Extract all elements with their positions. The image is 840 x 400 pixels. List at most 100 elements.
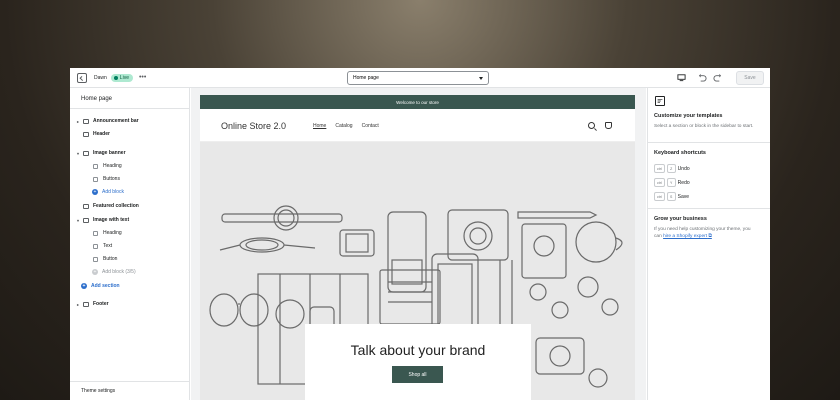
collapse-toggle-icon[interactable]: ▾ [75, 218, 81, 223]
section-icon [83, 118, 89, 124]
sidebar-title: Home page [81, 96, 113, 102]
grow-text: If you need help customizing your theme,… [654, 226, 754, 240]
announcement-bar[interactable]: Welcome to our store [200, 95, 635, 109]
live-badge-label: Live [119, 74, 129, 81]
search-icon[interactable] [588, 122, 595, 129]
redo-icon[interactable] [713, 73, 722, 82]
sidebar: Home page ▸ Announcement bar Header ▾ Im… [70, 88, 190, 400]
block-item-label: Heading [103, 230, 122, 236]
exit-icon[interactable] [77, 72, 87, 83]
store-nav: Home Catalog Contact [313, 123, 379, 129]
kbd-ctrl: ctrl [654, 178, 665, 187]
undo-icon[interactable] [698, 73, 707, 82]
nav-link-catalog[interactable]: Catalog [335, 123, 352, 129]
divider [70, 381, 190, 382]
kbd-key: Z [666, 164, 676, 173]
image-banner[interactable]: Talk about your brand Shop all [200, 142, 635, 400]
sidebar-item-label: Header [93, 131, 110, 137]
button-block-icon [93, 176, 98, 182]
store-logo-text[interactable]: Online Store 2.0 [221, 121, 286, 131]
sidebar-item-image-with-text[interactable]: ▾ Image with text [70, 214, 190, 226]
sidebar-item-image-banner[interactable]: ▾ Image banner [70, 147, 190, 159]
banner-heading: Talk about your brand [350, 342, 486, 358]
block-item-button[interactable]: Button [70, 253, 190, 265]
page-select-value: Home page [353, 75, 379, 81]
section-icon [83, 131, 89, 137]
templates-icon [655, 96, 665, 106]
shortcut-redo: ctrl Y Redo [654, 178, 690, 187]
kbd-ctrl: ctrl [654, 192, 665, 201]
save-button[interactable]: Save [736, 71, 764, 85]
divider [648, 208, 770, 209]
shortcut-label: Redo [677, 179, 690, 186]
section-icon [83, 301, 89, 307]
sidebar-item-announcement-bar[interactable]: ▸ Announcement bar [70, 115, 190, 127]
kbd-key: S [666, 192, 676, 201]
sidebar-item-label: Footer [93, 301, 109, 307]
button-block-icon [93, 256, 98, 262]
live-dot-icon [113, 75, 118, 80]
block-item-buttons[interactable]: Buttons [70, 173, 190, 185]
add-block-label: Add block (3/5) [102, 269, 136, 275]
page-select[interactable]: Home page [347, 71, 489, 85]
section-icon [83, 203, 89, 209]
add-block-button-disabled: + Add block (3/5) [70, 266, 190, 278]
add-section-button[interactable]: + Add section [70, 280, 190, 292]
nav-link-contact[interactable]: Contact [362, 123, 379, 129]
sidebar-item-label: Image banner [93, 150, 126, 156]
sidebar-item-label: Featured collection [93, 203, 139, 209]
cart-icon[interactable] [605, 122, 612, 129]
divider [648, 142, 770, 143]
shortcuts-title: Keyboard shortcuts [654, 150, 706, 156]
text-block-icon [93, 243, 98, 249]
theme-settings-button[interactable]: Theme settings [81, 388, 115, 394]
block-item-label: Buttons [103, 176, 120, 182]
add-block-label: Add block [102, 189, 124, 195]
expand-toggle-icon[interactable]: ▸ [75, 302, 81, 307]
collapse-toggle-icon[interactable]: ▾ [75, 151, 81, 156]
expand-toggle-icon[interactable]: ▸ [75, 119, 81, 124]
chevron-down-icon [479, 76, 483, 80]
store-header[interactable]: Online Store 2.0 Home Catalog Contact [200, 109, 635, 142]
block-item-label: Button [103, 256, 118, 262]
plus-circle-icon: + [81, 283, 87, 289]
plus-circle-icon: + [92, 189, 98, 195]
shortcut-label: Save [677, 193, 690, 200]
divider [70, 108, 190, 109]
sidebar-item-label: Announcement bar [93, 118, 139, 124]
add-section-label: Add section [91, 283, 120, 289]
image-text-icon [83, 217, 89, 223]
live-badge: Live [110, 73, 133, 82]
sidebar-item-label: Image with text [93, 217, 130, 223]
desktop-preview-icon[interactable] [677, 73, 686, 82]
sidebar-item-header[interactable]: Header [70, 128, 190, 140]
grow-title: Grow your business [654, 216, 707, 222]
sidebar-item-featured-collection[interactable]: Featured collection [70, 200, 190, 212]
kbd-key: Y [666, 178, 676, 187]
block-item-text[interactable]: Text [70, 240, 190, 252]
shop-all-button[interactable]: Shop all [392, 366, 443, 383]
theme-editor: Dawn Live ••• Home page Save Home page ▸… [70, 68, 770, 400]
external-link-icon[interactable]: ⧉ [707, 234, 711, 239]
customize-title: Customize your templates [654, 113, 723, 119]
preview-area: Welcome to our store Online Store 2.0 Ho… [191, 88, 646, 400]
add-block-button[interactable]: + Add block [70, 186, 190, 198]
hire-expert-link[interactable]: hire a Shopify expert [663, 234, 707, 239]
block-item-heading[interactable]: Heading [70, 160, 190, 172]
shortcut-undo: ctrl Z Undo [654, 164, 690, 173]
shortcut-save: ctrl S Save [654, 192, 689, 201]
shortcut-label: Undo [677, 165, 690, 172]
block-item-label: Text [103, 243, 113, 249]
text-block-icon [93, 230, 98, 236]
block-item-heading[interactable]: Heading [70, 227, 190, 239]
nav-link-home[interactable]: Home [313, 123, 326, 129]
plus-circle-icon: + [92, 269, 98, 275]
kbd-ctrl: ctrl [654, 164, 665, 173]
help-panel: Customize your templates Select a sectio… [647, 88, 770, 400]
customize-text: Select a section or block in the sidebar… [654, 124, 754, 129]
sidebar-item-footer[interactable]: ▸ Footer [70, 298, 190, 310]
text-block-icon [93, 163, 98, 169]
block-item-label: Heading [103, 163, 122, 169]
store-preview[interactable]: Welcome to our store Online Store 2.0 Ho… [200, 95, 635, 400]
more-actions-button[interactable]: ••• [139, 74, 146, 81]
